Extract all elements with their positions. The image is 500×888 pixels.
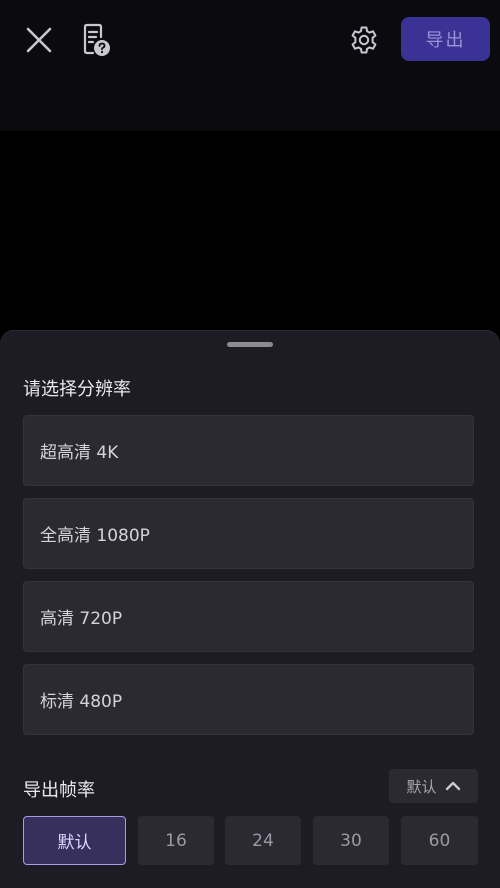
frame-rate-option-label: 16: [165, 830, 187, 851]
export-button[interactable]: 导出: [401, 17, 490, 61]
frame-rate-option-default[interactable]: 默认: [23, 816, 126, 865]
chevron-up-icon: [445, 781, 460, 791]
frame-rate-title: 导出帧率: [23, 780, 95, 801]
settings-button[interactable]: [343, 19, 385, 61]
resolution-option-label: 标清 480P: [40, 692, 123, 712]
frame-rate-option-24[interactable]: 24: [225, 816, 301, 865]
frame-rate-option-30[interactable]: 30: [313, 816, 389, 865]
resolution-option-label: 全高清 1080P: [40, 526, 150, 546]
resolution-option-label: 高清 720P: [40, 609, 123, 629]
frame-rate-option-16[interactable]: 16: [138, 816, 214, 865]
frame-rate-option-label: 30: [340, 830, 362, 851]
resolution-option-720p[interactable]: 高清 720P: [23, 581, 474, 652]
close-icon: [26, 27, 52, 53]
document-question-icon: [83, 23, 110, 56]
frame-rate-option-label: 24: [252, 830, 274, 851]
export-settings-sheet: 请选择分辨率 超高清 4K 全高清 1080P 高清 720P 标清 480P …: [0, 330, 500, 888]
frame-rate-option-60[interactable]: 60: [401, 816, 478, 865]
frame-rate-toggle-label: 默认: [406, 777, 437, 796]
frame-rate-option-label: 60: [428, 830, 451, 851]
frame-rate-toggle[interactable]: 默认: [389, 769, 478, 803]
gear-icon: [351, 26, 377, 54]
resolution-option-1080p[interactable]: 全高清 1080P: [23, 498, 474, 569]
resolution-title: 请选择分辨率: [23, 379, 131, 400]
resolution-option-480p[interactable]: 标清 480P: [23, 664, 474, 735]
close-button[interactable]: [18, 19, 60, 61]
sheet-drag-handle[interactable]: [227, 342, 273, 347]
frame-rate-option-label: 默认: [57, 833, 92, 853]
export-screen: 导出 请选择分辨率 超高清 4K 全高清 1080P 高清 720P 标清 48…: [0, 0, 500, 888]
help-button[interactable]: [74, 19, 116, 61]
resolution-option-4k[interactable]: 超高清 4K: [23, 415, 474, 486]
resolution-option-label: 超高清 4K: [40, 443, 119, 463]
top-bar: 导出: [0, 0, 500, 131]
